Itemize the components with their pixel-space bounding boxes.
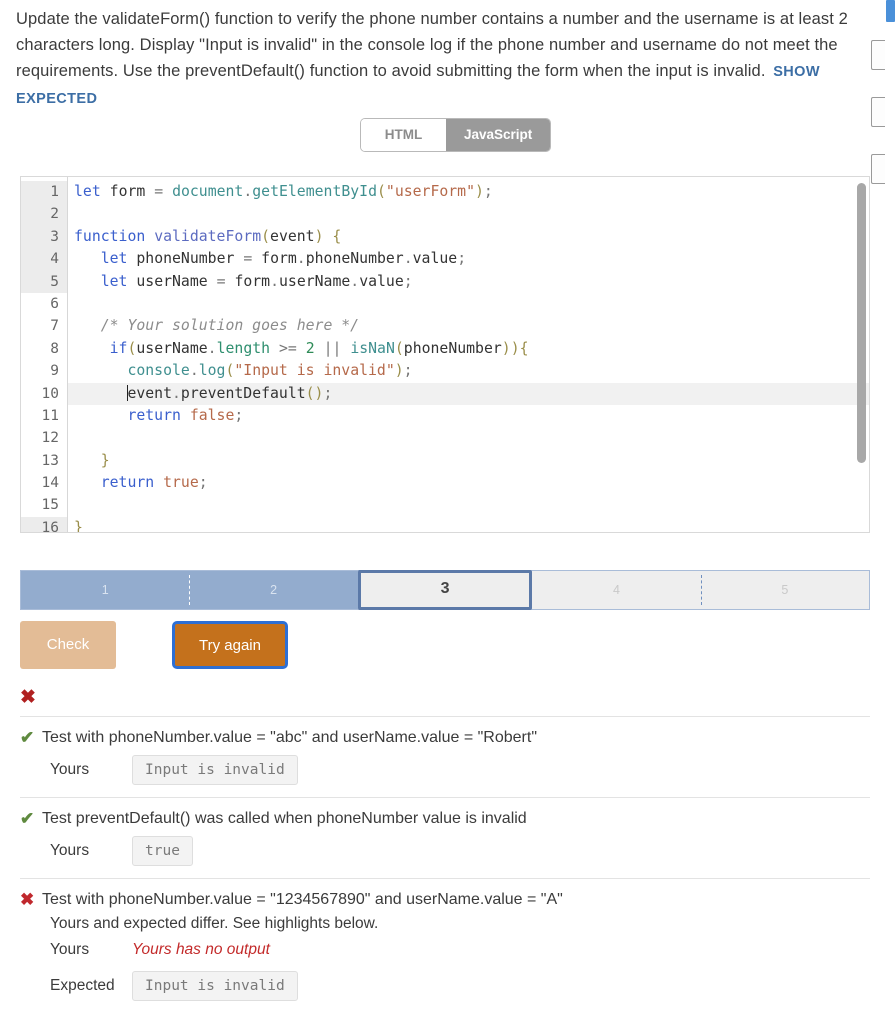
line-number: 2 — [21, 203, 67, 225]
page-scrollbar-thumb[interactable] — [886, 0, 895, 22]
code-line-1: let form = document.getElementById("user… — [68, 181, 869, 203]
line-number: 6 — [21, 293, 67, 315]
step-progress-bar: 1 2 3 4 5 — [20, 570, 870, 610]
code-line-7: /* Your solution goes here */ — [68, 315, 869, 337]
tab-html[interactable]: HTML — [361, 119, 446, 151]
line-number: 12 — [21, 427, 67, 449]
test-title-row: ✖ Test with phoneNumber.value = "1234567… — [20, 889, 870, 911]
yours-row: Yours Yours has no output — [50, 941, 870, 959]
code-line-10: event.preventDefault(); — [68, 383, 869, 405]
offscreen-panel-1 — [871, 40, 885, 70]
step-2[interactable]: 2 — [189, 571, 357, 609]
check-icon: ✔ — [20, 808, 42, 830]
offscreen-panel-2 — [871, 97, 885, 127]
line-number: 11 — [21, 405, 67, 427]
editor-gutter: 1 2 3 4 5 6 7 8 9 10 11 12 13 14 15 16 — [21, 177, 68, 532]
code-line-9: console.log("Input is invalid"); — [68, 360, 869, 382]
expected-row: Expected Input is invalid — [50, 971, 870, 1001]
code-line-15 — [68, 494, 869, 516]
editor-code-area[interactable]: let form = document.getElementById("user… — [68, 177, 869, 532]
code-line-2 — [68, 203, 869, 225]
yours-label: Yours — [50, 842, 132, 860]
test-title: Test preventDefault() was called when ph… — [42, 808, 527, 830]
test-results: ✖ ✔ Test with phoneNumber.value = "abc" … — [20, 688, 870, 1013]
code-line-5: let userName = form.userName.value; — [68, 271, 869, 293]
instructions-body: Update the validateForm() function to ve… — [16, 10, 848, 80]
yours-row: Yours Input is invalid — [50, 755, 870, 785]
code-line-13: } — [68, 450, 869, 472]
test-result-row: ✔ Test with phoneNumber.value = "abc" an… — [20, 716, 870, 797]
overall-status-icon: ✖ — [20, 688, 870, 716]
line-number: 5 — [21, 271, 67, 293]
code-line-14: return true; — [68, 472, 869, 494]
line-number: 10 — [21, 383, 67, 405]
code-editor[interactable]: 1 2 3 4 5 6 7 8 9 10 11 12 13 14 15 16 l… — [20, 176, 870, 533]
yours-value: true — [132, 836, 193, 866]
line-number: 8 — [21, 338, 67, 360]
code-line-16: } — [68, 517, 869, 532]
check-button[interactable]: Check — [20, 621, 116, 669]
language-tabs: HTML JavaScript — [361, 119, 550, 151]
code-line-3: function validateForm(event) { — [68, 226, 869, 248]
yours-label: Yours — [50, 941, 132, 959]
code-line-8: if(userName.length >= 2 || isNaN(phoneNu… — [68, 338, 869, 360]
line-number: 15 — [21, 494, 67, 516]
tab-javascript[interactable]: JavaScript — [446, 119, 550, 151]
test-result-row: ✖ Test with phoneNumber.value = "1234567… — [20, 878, 870, 1013]
code-line-4: let phoneNumber = form.phoneNumber.value… — [68, 248, 869, 270]
code-line-12 — [68, 427, 869, 449]
test-title: Test with phoneNumber.value = "123456789… — [42, 889, 563, 911]
yours-label: Yours — [50, 761, 132, 779]
line-number: 3 — [21, 226, 67, 248]
try-again-button[interactable]: Try again — [172, 621, 288, 669]
yours-row: Yours true — [50, 836, 870, 866]
test-title-row: ✔ Test preventDefault() was called when … — [20, 808, 870, 830]
yours-value: Input is invalid — [132, 755, 298, 785]
line-number: 16 — [21, 517, 67, 533]
step-3[interactable]: 3 — [358, 570, 532, 610]
check-icon: ✔ — [20, 727, 42, 749]
test-title-row: ✔ Test with phoneNumber.value = "abc" an… — [20, 727, 870, 749]
code-line-6 — [68, 293, 869, 315]
cross-icon: ✖ — [20, 889, 42, 911]
code-line-11: return false; — [68, 405, 869, 427]
exercise-page: Update the validateForm() function to ve… — [0, 0, 895, 1024]
editor-scrollbar[interactable] — [857, 183, 866, 463]
expected-value: Input is invalid — [132, 971, 298, 1001]
instructions-text: Update the validateForm() function to ve… — [16, 6, 856, 112]
line-number: 7 — [21, 315, 67, 337]
action-buttons: Check Try again — [20, 621, 288, 669]
line-number: 4 — [21, 248, 67, 270]
step-5[interactable]: 5 — [701, 571, 869, 609]
step-4[interactable]: 4 — [532, 571, 700, 609]
expected-label: Expected — [50, 977, 132, 995]
line-number: 14 — [21, 472, 67, 494]
yours-value: Yours has no output — [132, 941, 270, 959]
line-number: 13 — [21, 450, 67, 472]
offscreen-panel-3 — [871, 154, 885, 184]
line-number: 1 — [21, 181, 67, 203]
line-number: 9 — [21, 360, 67, 382]
test-title: Test with phoneNumber.value = "abc" and … — [42, 727, 537, 749]
test-diff-note: Yours and expected differ. See highlight… — [50, 913, 870, 935]
page-scrollbar[interactable] — [886, 0, 895, 1024]
test-result-row: ✔ Test preventDefault() was called when … — [20, 797, 870, 878]
step-1[interactable]: 1 — [21, 571, 189, 609]
